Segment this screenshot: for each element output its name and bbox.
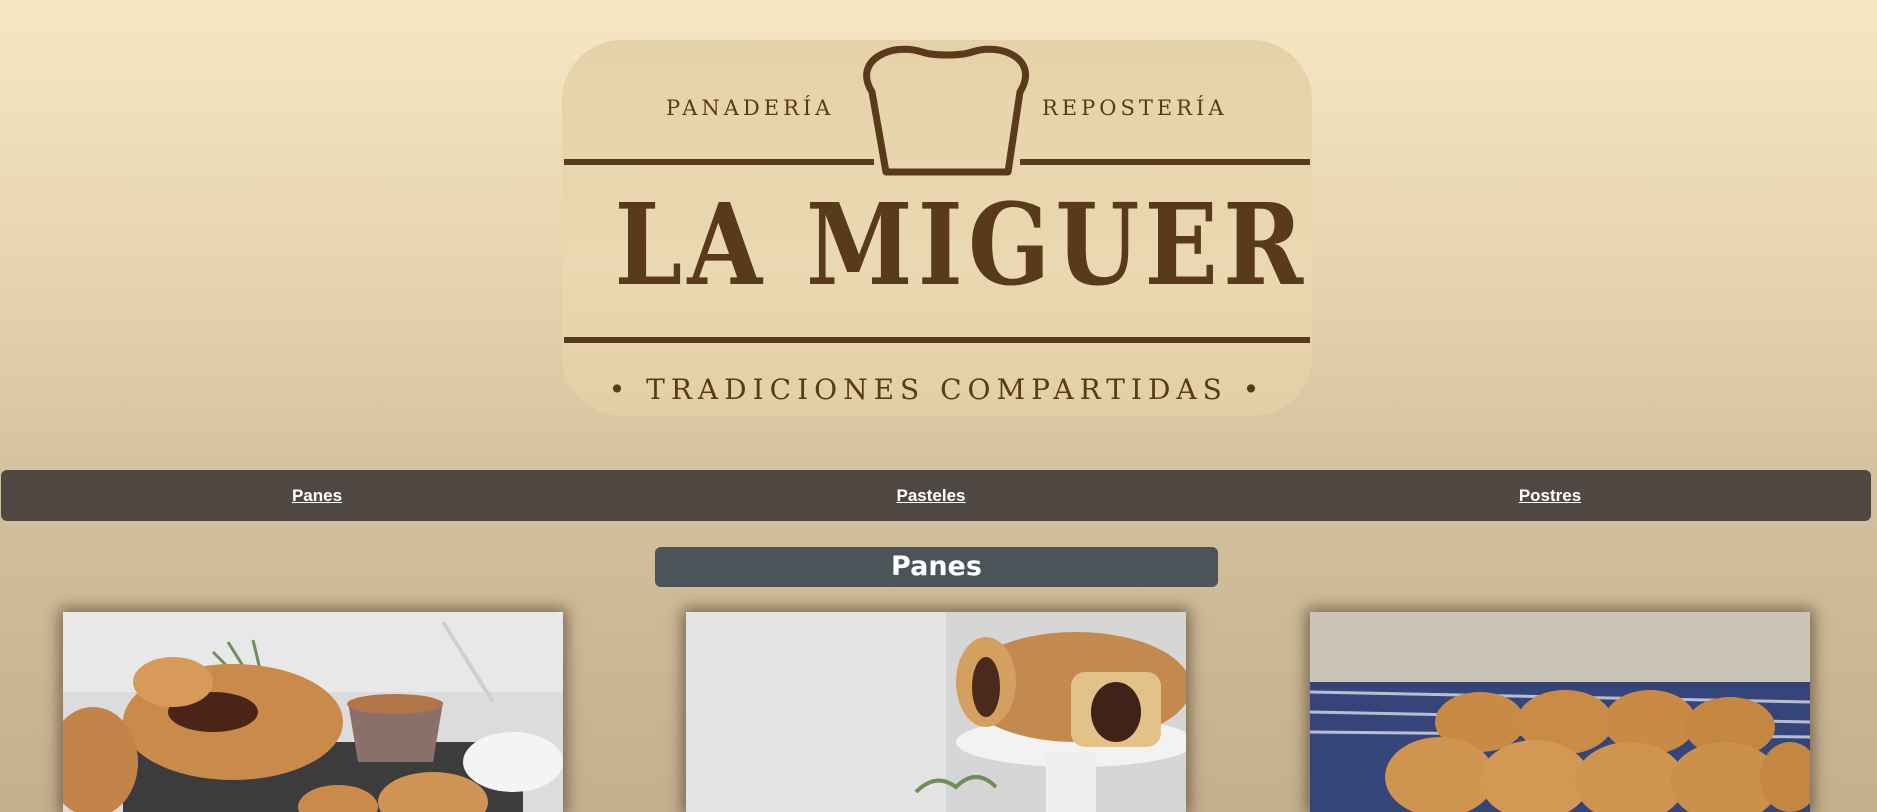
main-nav: Panes Pasteles Postres — [1, 470, 1871, 521]
chocolate-bread-ring-on-stand-photo — [686, 612, 1186, 812]
section-title: Panes — [655, 547, 1218, 587]
product-card-image[interactable] — [63, 612, 563, 812]
logo-tagline: • TRADICIONES COMPARTIDAS • — [608, 373, 1266, 406]
logo: PANADERÍA REPOSTERÍA LA MIGUERÍA • TRADI… — [562, 40, 1312, 416]
nav-link-postres[interactable]: Postres — [1519, 486, 1581, 506]
nav-link-pasteles[interactable]: Pasteles — [897, 486, 966, 506]
product-card-image[interactable] — [686, 612, 1186, 812]
logo-top-left-text: PANADERÍA — [666, 96, 835, 120]
bread-with-chocolate-photo — [63, 612, 563, 812]
logo-title: LA MIGUERÍA — [614, 180, 1313, 311]
product-card-image[interactable] — [1310, 612, 1810, 812]
logo-top-right-text: REPOSTERÍA — [1042, 96, 1228, 120]
nav-link-panes[interactable]: Panes — [292, 486, 342, 506]
bread-rolls-on-towel-photo — [1310, 612, 1810, 812]
